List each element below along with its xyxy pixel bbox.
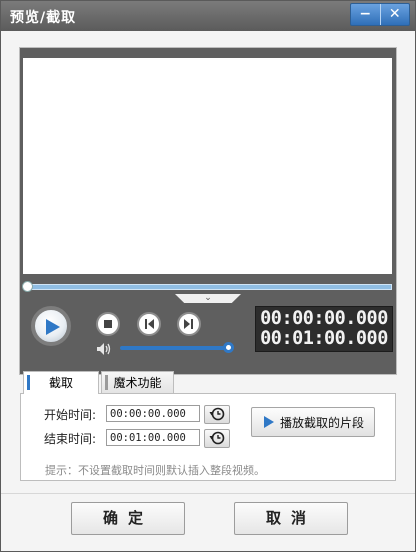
next-frame-button[interactable] [177, 312, 201, 336]
ok-button[interactable]: 确定 [71, 502, 185, 535]
set-end-time-button[interactable] [204, 429, 230, 448]
footer-divider [1, 493, 415, 494]
stop-button[interactable] [96, 312, 120, 336]
time-display: 00:00:00.000 00:01:00.000 [255, 306, 393, 352]
hint-text: 提示：不设置截取时间则默认插入整段视频。 [45, 464, 265, 477]
end-time-input[interactable] [106, 429, 200, 446]
volume-thumb[interactable] [223, 342, 234, 353]
play-segment-button[interactable]: 播放截取的片段 [251, 407, 375, 437]
video-player: ⌄ 00:00:00.000 00:01:00.000 [19, 47, 397, 375]
title-bar[interactable]: 预览/截取 − ✕ [1, 1, 415, 31]
set-start-time-button[interactable] [204, 405, 230, 424]
tab-magic-functions[interactable]: 魔术功能 [101, 371, 174, 393]
start-time-label: 开始时间: [44, 408, 97, 422]
play-icon [264, 416, 274, 428]
clock-reset-icon [209, 407, 225, 421]
dialog-content: ⌄ 00:00:00.000 00:01:00.000 截取 魔术功能 开始时间… [1, 31, 415, 551]
clip-panel: 开始时间: 结束时间: 播放截取的片段 [20, 393, 396, 481]
progress-bar[interactable] [22, 281, 392, 292]
clock-reset-icon [209, 431, 225, 445]
play-icon [46, 319, 60, 335]
current-time: 00:00:00.000 [260, 308, 388, 329]
stop-icon [104, 320, 112, 328]
chevron-down-icon: ⌄ [204, 293, 212, 303]
play-button[interactable] [31, 306, 71, 346]
tab-clip[interactable]: 截取 [23, 371, 99, 394]
window-title: 预览/截取 [10, 10, 77, 26]
step-forward-icon [184, 319, 193, 329]
start-time-input[interactable] [106, 405, 200, 422]
preview-clip-dialog: 预览/截取 − ✕ ⌄ 00:00:00.000 00:01:00.000 截取… [0, 0, 416, 552]
volume-icon[interactable] [96, 342, 112, 356]
volume-slider[interactable] [120, 346, 226, 350]
progress-thumb[interactable] [22, 281, 33, 292]
play-segment-label: 播放截取的片段 [280, 416, 365, 430]
total-time: 00:01:00.000 [260, 328, 388, 349]
cancel-button[interactable]: 取消 [234, 502, 348, 535]
end-time-label: 结束时间: [44, 432, 97, 446]
video-preview-area[interactable] [23, 58, 392, 274]
previous-frame-button[interactable] [137, 312, 161, 336]
step-back-icon [145, 319, 154, 329]
window-controls: − ✕ [350, 3, 410, 26]
close-button[interactable]: ✕ [379, 4, 410, 25]
collapse-handle[interactable]: ⌄ [175, 294, 241, 303]
tab-clip-label: 截取 [48, 376, 73, 390]
minimize-button[interactable]: − [351, 4, 380, 25]
tab-magic-functions-label: 魔术功能 [113, 376, 162, 390]
